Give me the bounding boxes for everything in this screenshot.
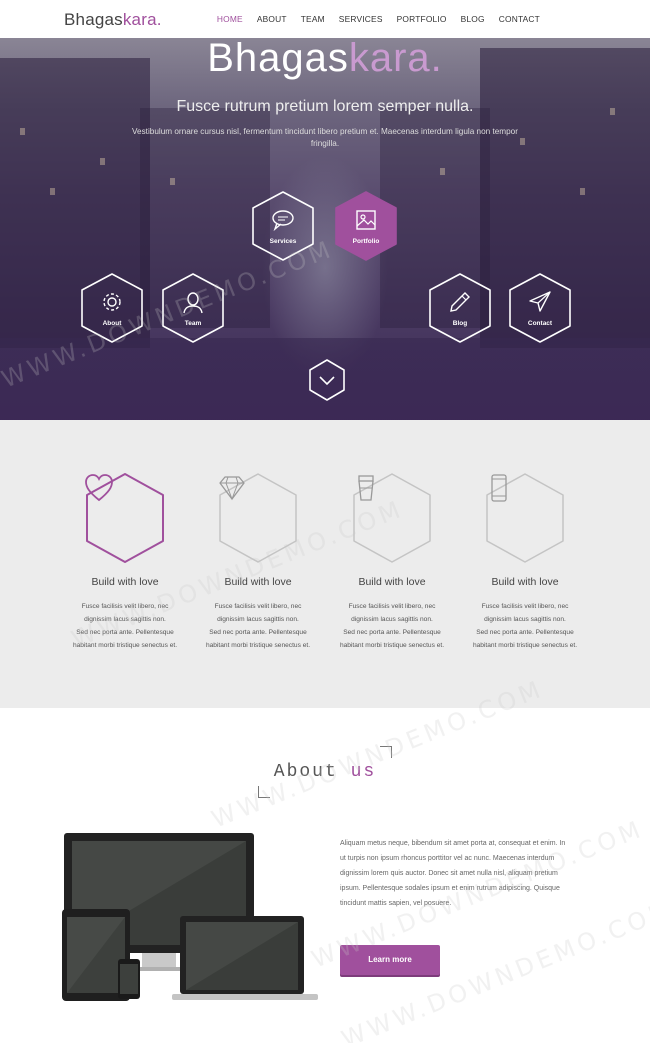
feature-line: dignissim lacus sagittis non.	[84, 616, 166, 623]
navbar: Bhagaskara. HOME ABOUT TEAM SERVICES POR…	[0, 0, 650, 38]
nav-item-portfolio[interactable]: PORTFOLIO	[397, 14, 447, 24]
heart-icon	[85, 474, 113, 502]
hex-label: Services	[269, 238, 297, 245]
features-section: Build with love Fusce facilisis velit li…	[0, 420, 650, 708]
window-light	[100, 158, 105, 165]
window-light	[170, 178, 175, 185]
feature-title: Build with love	[358, 576, 426, 588]
logo[interactable]: Bhagaskara.	[64, 10, 162, 30]
about-text: Aliquam metus neque, bibendum sit amet p…	[340, 840, 566, 907]
window-light	[50, 188, 55, 195]
about-title-accent: us	[350, 762, 377, 782]
feature-line: Sed nec porta ante. Pellentesque	[76, 629, 174, 636]
about-title: About us	[0, 762, 650, 782]
learn-more-button[interactable]: Learn more	[340, 945, 440, 975]
gear-icon	[103, 293, 121, 311]
nav-item-team[interactable]: TEAM	[301, 14, 325, 24]
nav-item-contact[interactable]: CONTACT	[499, 14, 540, 24]
hex-label: Portfolio	[352, 238, 380, 245]
about-title-base: About	[273, 762, 338, 782]
feature-card: Build with love Fusce facilisis velit li…	[50, 472, 200, 652]
hex-label: Team	[184, 320, 202, 327]
hero-section: Bhagaskara. Fusce rutrum pretium lorem s…	[0, 38, 650, 420]
feature-hexagon	[83, 472, 167, 564]
logo-base: Bhagas	[64, 10, 123, 29]
feature-title: Build with love	[491, 576, 559, 588]
hex-services[interactable]: Services	[247, 190, 319, 262]
feature-hexagon	[483, 472, 567, 564]
feature-line: habitant morbi tristique senectus et.	[205, 642, 311, 649]
feature-line: Fusce facilisis velit libero, nec	[348, 603, 436, 610]
feature-card: Build with love Fusce facilisis velit li…	[183, 472, 333, 652]
person-icon	[183, 292, 203, 314]
phone-icon	[491, 474, 507, 502]
feature-line: dignissim lacus sagittis non.	[217, 616, 299, 623]
nav-item-home[interactable]: HOME	[217, 14, 243, 24]
feature-description: Fusce facilisis velit libero, nec digniss…	[183, 600, 333, 652]
corner-bracket-decoration	[380, 746, 392, 758]
scroll-down-chevron-icon[interactable]	[307, 358, 347, 402]
hex-blog[interactable]: Blog	[424, 272, 496, 344]
feature-line: habitant morbi tristique senectus et.	[339, 642, 445, 649]
cup-icon	[358, 475, 374, 501]
nav-item-about[interactable]: ABOUT	[257, 14, 287, 24]
feature-line: Sed nec porta ante. Pellentesque	[343, 629, 441, 636]
feature-line: Fusce facilisis velit libero, nec	[214, 603, 302, 610]
hero-description: Vestibulum ornare cursus nisl, fermentum…	[132, 127, 518, 148]
corner-bracket-decoration	[258, 786, 270, 798]
devices-illustration	[62, 833, 318, 1001]
hex-about[interactable]: About	[76, 272, 148, 344]
picture-icon	[356, 210, 376, 230]
feature-hexagon	[350, 472, 434, 564]
feature-line: habitant morbi tristique senectus et.	[72, 642, 178, 649]
hero-subtitle: Fusce rutrum pretium lorem semper nulla.	[176, 98, 474, 115]
feature-title: Build with love	[91, 576, 159, 588]
feature-hexagon	[216, 472, 300, 564]
hex-contact[interactable]: Contact	[504, 272, 576, 344]
hex-label: Contact	[527, 320, 553, 327]
feature-line: Sed nec porta ante. Pellentesque	[476, 629, 574, 636]
nav-item-services[interactable]: SERVICES	[339, 14, 383, 24]
hex-portfolio[interactable]: Portfolio	[330, 190, 402, 262]
feature-line: dignissim lacus sagittis non.	[351, 616, 433, 623]
pencil-icon	[450, 292, 470, 312]
window-light	[580, 188, 585, 195]
hex-label: Blog	[452, 320, 468, 327]
hex-team[interactable]: Team	[157, 272, 229, 344]
hero-title-base: Bhagas	[207, 38, 349, 80]
about-section: About us Aliquam metus neque, bibendum s…	[0, 708, 650, 1043]
feature-line: Fusce facilisis velit libero, nec	[81, 603, 169, 610]
feature-line: habitant morbi tristique senectus et.	[472, 642, 578, 649]
hero-title: Bhagaskara.	[0, 38, 650, 81]
speech-bubble-icon	[272, 210, 294, 232]
nav-item-blog[interactable]: BLOG	[461, 14, 485, 24]
feature-line: Sed nec porta ante. Pellentesque	[209, 629, 307, 636]
feature-card: Build with love Fusce facilisis velit li…	[450, 472, 600, 652]
feature-description: Fusce facilisis velit libero, nec digniss…	[450, 600, 600, 652]
hero-title-accent: kara.	[348, 38, 443, 80]
window-light	[20, 128, 25, 135]
feature-line: dignissim lacus sagittis non.	[484, 616, 566, 623]
feature-description: Fusce facilisis velit libero, nec digniss…	[50, 600, 200, 652]
diamond-icon	[219, 476, 245, 501]
hex-label: About	[102, 320, 122, 327]
feature-description: Fusce facilisis velit libero, nec digniss…	[317, 600, 467, 652]
nav-menu: HOME ABOUT TEAM SERVICES PORTFOLIO BLOG …	[203, 14, 540, 24]
logo-accent: kara.	[122, 10, 162, 29]
paper-plane-icon	[529, 291, 551, 312]
feature-card: Build with love Fusce facilisis velit li…	[317, 472, 467, 652]
feature-line: Fusce facilisis velit libero, nec	[481, 603, 569, 610]
window-light	[440, 168, 445, 175]
feature-title: Build with love	[224, 576, 292, 588]
